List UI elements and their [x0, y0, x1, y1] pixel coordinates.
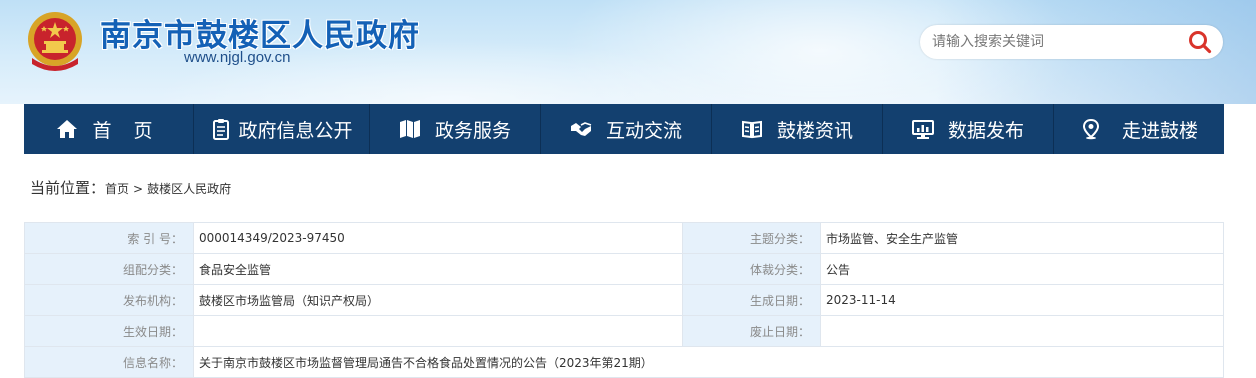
meta-value: 000014349/2023-97450: [193, 222, 683, 254]
nav-item-label: 政务服务: [434, 119, 511, 142]
site-header: 南京市鼓楼区人民政府 www.njgl.gov.cn: [0, 0, 1256, 104]
breadcrumb-link-district-gov[interactable]: 鼓楼区人民政府: [147, 180, 231, 197]
meta-key: 生成日期：: [682, 284, 821, 316]
nav-item-label: 首 页: [92, 119, 161, 142]
nav-item-label: 数据发布: [947, 119, 1024, 142]
meta-key: 体裁分类：: [682, 253, 821, 285]
search-input[interactable]: [932, 32, 1172, 52]
nav-item-label: 政府信息公开: [238, 119, 353, 142]
meta-value: 公告: [820, 253, 1224, 285]
clipboard-icon: [213, 119, 230, 140]
national-emblem-icon[interactable]: [24, 8, 86, 74]
meta-value-info-name: 关于南京市鼓楼区市场监督管理局通告不合格食品处置情况的公告（2023年第21期）: [193, 346, 1224, 378]
meta-value: 2023-11-14: [820, 284, 1224, 316]
nav-item-label: 互动交流: [605, 119, 682, 142]
main-nav: 首 页 政府信息公开 政务服务 互动交流 鼓楼资讯 数据发布 走进鼓楼: [24, 104, 1224, 154]
nav-item-home[interactable]: 首 页: [24, 104, 194, 154]
nav-item-label: 走进鼓楼: [1121, 119, 1198, 142]
nav-item-interaction[interactable]: 互动交流: [541, 104, 712, 154]
location-pin-icon: [1082, 118, 1099, 140]
nav-item-gov-info[interactable]: 政府信息公开: [194, 104, 370, 154]
nav-item-data[interactable]: 数据发布: [883, 104, 1054, 154]
nav-item-label: 鼓楼资讯: [776, 119, 853, 142]
meta-value: 食品安全监管: [193, 253, 683, 285]
book-icon: [741, 120, 762, 139]
nav-item-about[interactable]: 走进鼓楼: [1054, 104, 1224, 154]
breadcrumb-prefix: 当前位置：: [30, 179, 106, 197]
meta-key: 组配分类：: [24, 253, 194, 285]
meta-key: 主题分类：: [682, 222, 821, 254]
nav-item-news[interactable]: 鼓楼资讯: [712, 104, 883, 154]
meta-value: [193, 315, 683, 347]
table-row: 发布机构： 鼓楼区市场监管局（知识产权局） 生成日期： 2023-11-14: [24, 284, 1224, 316]
search-icon[interactable]: [1187, 29, 1213, 55]
breadcrumb-link-home[interactable]: 首页: [105, 180, 129, 197]
table-row: 生效日期： 废止日期：: [24, 315, 1224, 347]
table-row: 组配分类： 食品安全监管 体裁分类： 公告: [24, 253, 1224, 285]
breadcrumb: 当前位置： 首页 > 鼓楼区人民政府: [30, 177, 231, 198]
meta-key: 索 引 号：: [24, 222, 194, 254]
meta-value: 鼓楼区市场监管局（知识产权局）: [193, 284, 683, 316]
document-meta-table: 索 引 号： 000014349/2023-97450 主题分类： 市场监管、安…: [24, 222, 1224, 378]
meta-key: 发布机构：: [24, 284, 194, 316]
breadcrumb-separator: >: [133, 182, 144, 196]
search-box: [920, 25, 1223, 59]
nav-item-services[interactable]: 政务服务: [370, 104, 541, 154]
map-icon: [399, 120, 420, 138]
table-row: 信息名称： 关于南京市鼓楼区市场监督管理局通告不合格食品处置情况的公告（2023…: [24, 346, 1224, 378]
meta-key: 废止日期：: [682, 315, 821, 347]
meta-value: [820, 315, 1224, 347]
monitor-icon: [911, 120, 934, 139]
meta-key-info-name: 信息名称：: [24, 346, 194, 378]
handshake-icon: [570, 122, 592, 136]
meta-key: 生效日期：: [24, 315, 194, 347]
meta-value: 市场监管、安全生产监管: [820, 222, 1224, 254]
site-url[interactable]: www.njgl.gov.cn: [184, 49, 290, 66]
table-row: 索 引 号： 000014349/2023-97450 主题分类： 市场监管、安…: [24, 222, 1224, 254]
home-icon: [57, 120, 78, 138]
